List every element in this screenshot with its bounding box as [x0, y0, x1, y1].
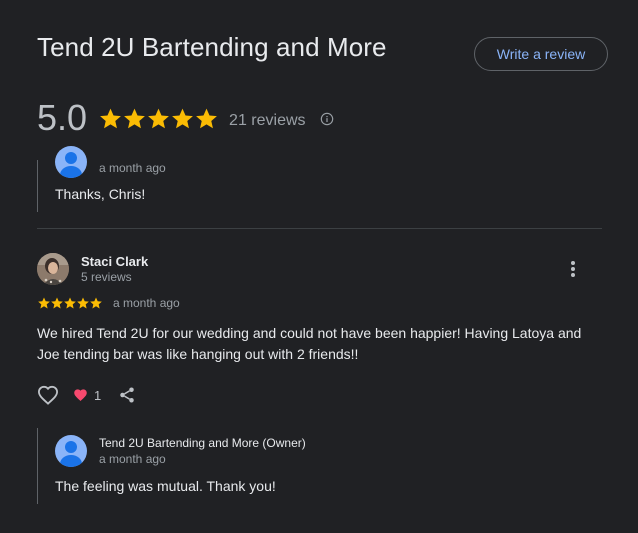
reply-text: The feeling was mutual. Thank you!: [55, 478, 276, 494]
review-stars: [37, 296, 102, 310]
reaction-count: 1: [94, 387, 102, 403]
owner-reply: Tend 2U Bartending and More (Owner) a mo…: [37, 428, 602, 504]
star-icon: [172, 108, 193, 128]
info-icon[interactable]: [320, 110, 334, 126]
review-divider: [37, 228, 602, 229]
reviews-panel: Tend 2U Bartending and More Write a revi…: [0, 0, 638, 533]
reply-date: a month ago: [99, 452, 166, 466]
average-rating: 5.0: [37, 97, 88, 138]
star-icon: [51, 297, 63, 309]
review-actions: 1: [37, 384, 137, 406]
star-icon: [64, 297, 76, 309]
reply-text: Thanks, Chris!: [55, 186, 146, 202]
owner-avatar-icon: [55, 146, 87, 178]
kebab-menu-icon[interactable]: [563, 258, 583, 280]
reviewer-avatar[interactable]: [37, 253, 69, 285]
owner-name: Tend 2U Bartending and More (Owner): [99, 436, 306, 450]
rating-summary: 5.0 21 reviews: [37, 96, 334, 140]
total-review-count[interactable]: 21 reviews: [229, 107, 305, 130]
share-icon[interactable]: [117, 385, 137, 405]
write-review-button[interactable]: Write a review: [474, 37, 608, 71]
star-icon: [38, 297, 50, 309]
business-title: Tend 2U Bartending and More: [37, 32, 387, 62]
reaction-chip[interactable]: 1: [73, 388, 101, 403]
reviewer-review-count: 5 reviews: [81, 270, 132, 284]
reviewer-name[interactable]: Staci Clark: [81, 254, 148, 269]
owner-reply-previous: a month ago Thanks, Chris!: [37, 146, 602, 212]
star-icon: [100, 108, 121, 128]
reply-date: a month ago: [99, 161, 166, 175]
star-icon: [196, 108, 217, 128]
star-icon: [90, 297, 102, 309]
star-icon: [148, 108, 169, 128]
star-icon: [124, 108, 145, 128]
review-text: We hired Tend 2U for our wedding and cou…: [37, 325, 582, 362]
star-icon: [77, 297, 89, 309]
heart-reaction-icon: [74, 389, 87, 401]
review-date: a month ago: [113, 296, 180, 310]
owner-avatar-icon: [55, 435, 87, 467]
heart-outline-icon[interactable]: [37, 384, 59, 406]
summary-stars: [98, 106, 218, 131]
